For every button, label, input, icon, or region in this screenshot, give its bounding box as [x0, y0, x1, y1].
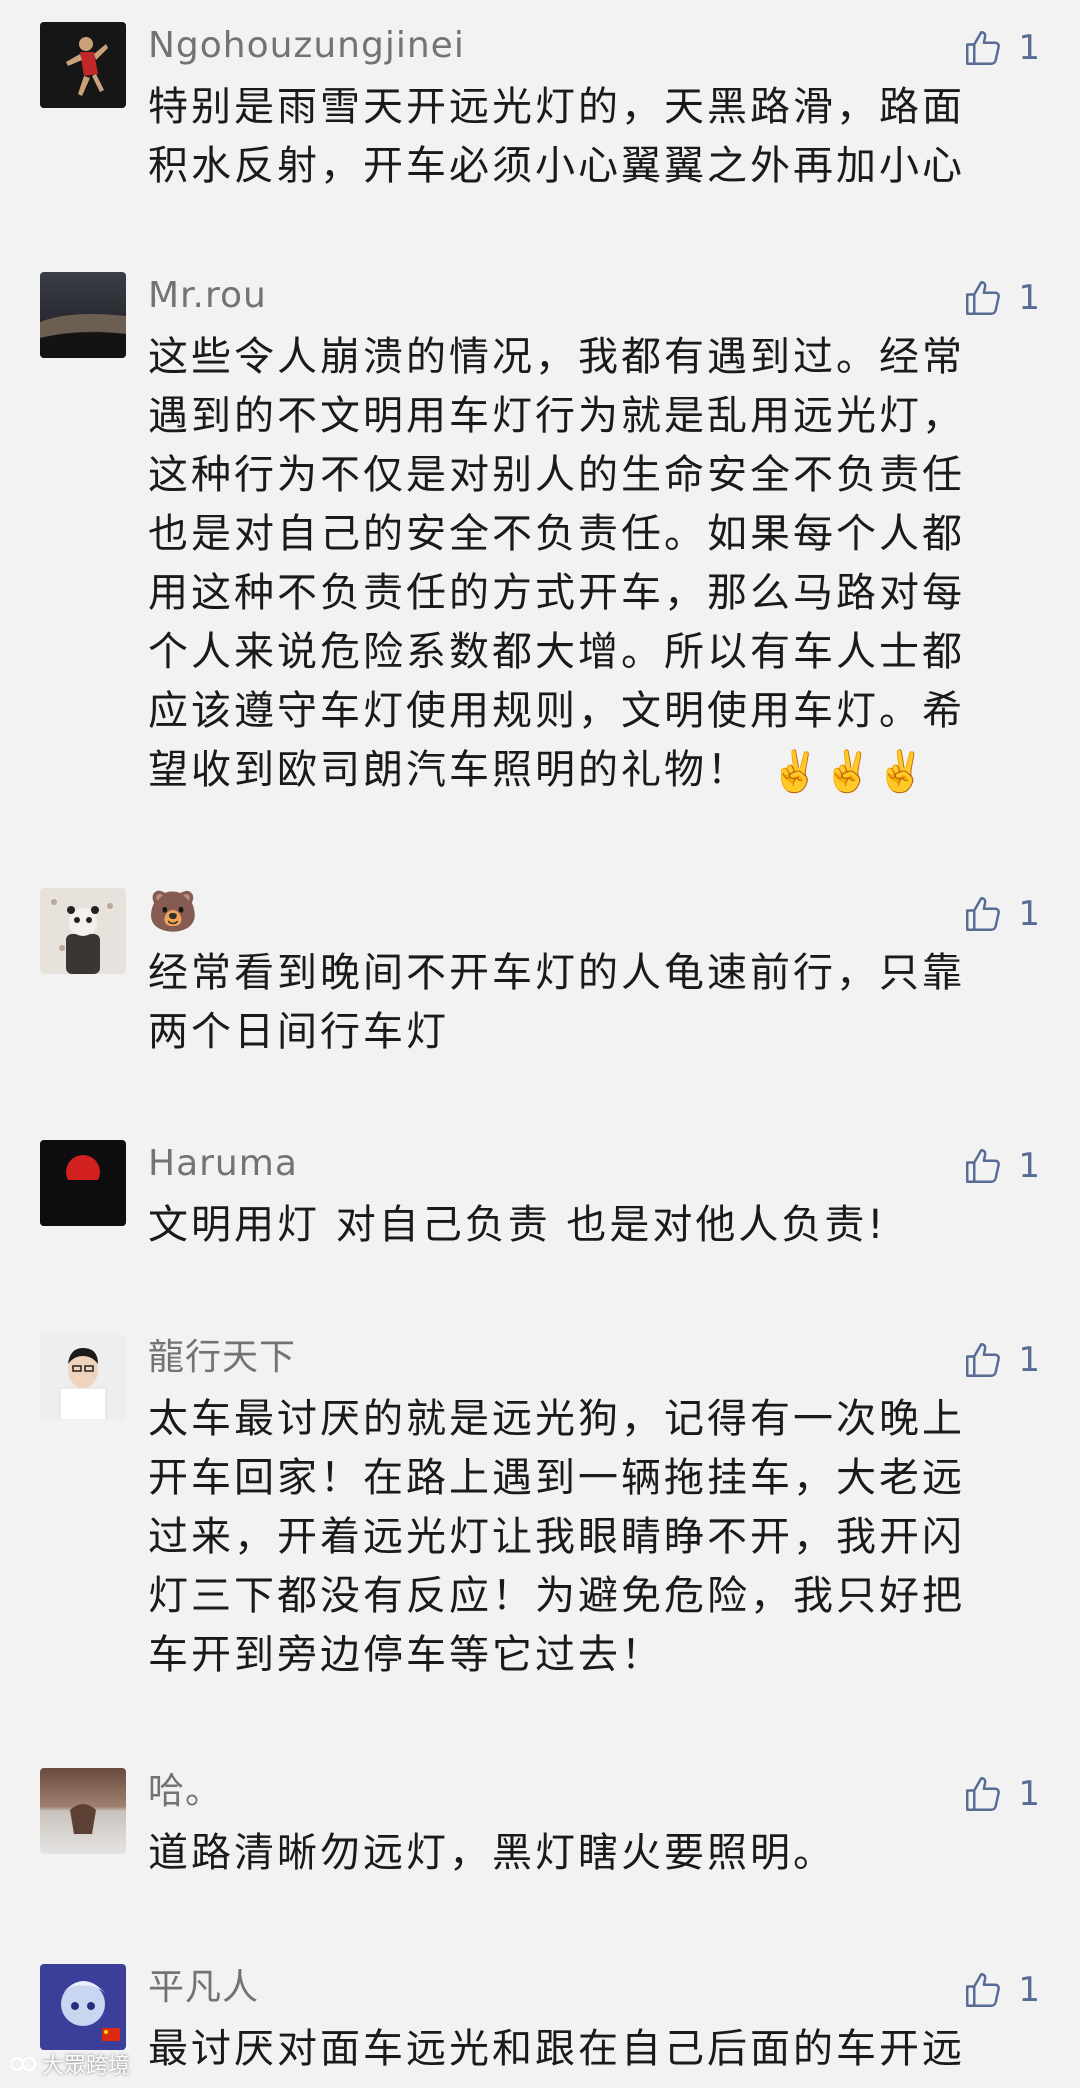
- avatar[interactable]: [40, 22, 126, 108]
- thumbs-up-icon: [966, 1149, 1001, 1183]
- watermark-text: 大眾跨境: [42, 2054, 131, 2079]
- comment-line: 望收到欧司朗汽车照明的礼物！ ✌️✌️✌️: [148, 741, 1008, 800]
- comment-line: 遇到的不文明用车灯行为就是乱用远光灯，: [148, 393, 965, 439]
- comment-line: 过来，开着远光灯让我眼睛睁不开，我开闪: [148, 1514, 965, 1560]
- comments-page: Ngohouzungjinei 1 特别是雨雪天开远光灯的，天黑路滑，路面 积水…: [0, 0, 1080, 2088]
- comment-line: 这种行为不仅是对别人的生命安全不负责任: [148, 452, 965, 498]
- comment-content: 太车最讨厌的就是远光狗，记得有一次晚上 开车回家！在路上遇到一辆拖挂车，大老远 …: [148, 1390, 1008, 1685]
- avatar[interactable]: [40, 888, 126, 974]
- thumbs-up-icon: [966, 1343, 1001, 1377]
- like-count: 1: [1018, 1340, 1040, 1380]
- comment-line: 车开到旁边停车等它过去！: [148, 1632, 664, 1678]
- comment-line: 这些令人崩溃的情况，我都有遇到过。经常: [148, 334, 965, 380]
- like-count: 1: [1018, 28, 1040, 68]
- comment-content: 经常看到晚间不开车灯的人龟速前行，只靠 两个日间行车灯: [148, 944, 1008, 1062]
- watermark-logo-icon: [10, 2057, 36, 2071]
- thumbs-up-icon: [966, 31, 1001, 65]
- comment-content: 最讨厌对面车远光和跟在自己后面的车开远: [148, 2020, 1008, 2079]
- thumbs-up-icon: [966, 897, 1001, 931]
- comment-line: 经常看到晚间不开车灯的人龟速前行，只靠: [148, 950, 965, 996]
- like-button[interactable]: 1: [950, 1334, 1040, 1386]
- comment-content: 特别是雨雪天开远光灯的，天黑路滑，路面 积水反射，开车必须小心翼翼之外再加小心: [148, 78, 1008, 196]
- comment-nickname[interactable]: Mr.rou: [148, 272, 267, 320]
- comment-line: 两个日间行车灯: [148, 1009, 449, 1055]
- avatar[interactable]: [40, 1140, 126, 1226]
- like-button[interactable]: 1: [950, 1768, 1040, 1820]
- avatar[interactable]: [40, 1334, 126, 1420]
- comment-nickname[interactable]: 龍行天下: [148, 1334, 296, 1382]
- comment-line: 文明用灯 对自己负责 也是对他人负责!: [148, 1202, 887, 1248]
- like-button[interactable]: 1: [950, 1964, 1040, 2016]
- comment-line: 个人来说危险系数都大增。所以有车人士都: [148, 629, 965, 675]
- victory-hand-emoji: ✌️✌️✌️: [770, 748, 929, 795]
- comment-line: 道路清晰勿远灯，黑灯瞎火要照明。: [148, 1830, 836, 1876]
- comment-line: 应该遵守车灯使用规则，文明使用车灯。希: [148, 688, 965, 734]
- watermark: 大眾跨境: [10, 2048, 130, 2080]
- like-button[interactable]: 1: [950, 888, 1040, 940]
- like-count: 1: [1018, 1146, 1040, 1186]
- avatar[interactable]: [40, 1964, 126, 2050]
- thumbs-up-icon: [966, 1973, 1001, 2007]
- comment-nickname[interactable]: 🐻: [148, 888, 199, 936]
- comment-line: 最讨厌对面车远光和跟在自己后面的车开远: [148, 2026, 965, 2072]
- comment-nickname[interactable]: 哈。: [148, 1768, 222, 1816]
- like-button[interactable]: 1: [950, 22, 1040, 74]
- like-count: 1: [1018, 1970, 1040, 2010]
- comment-nickname[interactable]: Haruma: [148, 1140, 298, 1188]
- like-count: 1: [1018, 278, 1040, 318]
- comment-line: 用这种不负责任的方式开车，那么马路对每: [148, 570, 965, 616]
- like-count: 1: [1018, 894, 1040, 934]
- comment-content: 文明用灯 对自己负责 也是对他人负责!: [148, 1196, 1008, 1255]
- like-button[interactable]: 1: [950, 272, 1040, 324]
- avatar[interactable]: [40, 272, 126, 358]
- comment-line: 太车最讨厌的就是远光狗，记得有一次晚上: [148, 1396, 965, 1442]
- thumbs-up-icon: [966, 281, 1001, 315]
- comment-content: 道路清晰勿远灯，黑灯瞎火要照明。: [148, 1824, 1008, 1883]
- comment-line: 也是对自己的安全不负责任。如果每个人都: [148, 511, 965, 557]
- comment-content: 这些令人崩溃的情况，我都有遇到过。经常 遇到的不文明用车灯行为就是乱用远光灯， …: [148, 328, 1008, 800]
- comment-nickname[interactable]: Ngohouzungjinei: [148, 22, 465, 70]
- like-count: 1: [1018, 1774, 1040, 1814]
- comment-line: 积水反射，开车必须小心翼翼之外再加小心: [148, 143, 965, 189]
- avatar[interactable]: [40, 1768, 126, 1854]
- comment-line: 特别是雨雪天开远光灯的，天黑路滑，路面: [148, 84, 965, 130]
- comment-nickname[interactable]: 平凡人: [148, 1964, 259, 2012]
- comment-line: 灯三下都没有反应！为避免危险，我只好把: [148, 1573, 965, 1619]
- thumbs-up-icon: [966, 1777, 1001, 1811]
- comment-line: 开车回家！在路上遇到一辆拖挂车，大老远: [148, 1455, 965, 1501]
- comment-line-text: 望收到欧司朗汽车照明的礼物！: [148, 747, 750, 793]
- like-button[interactable]: 1: [950, 1140, 1040, 1192]
